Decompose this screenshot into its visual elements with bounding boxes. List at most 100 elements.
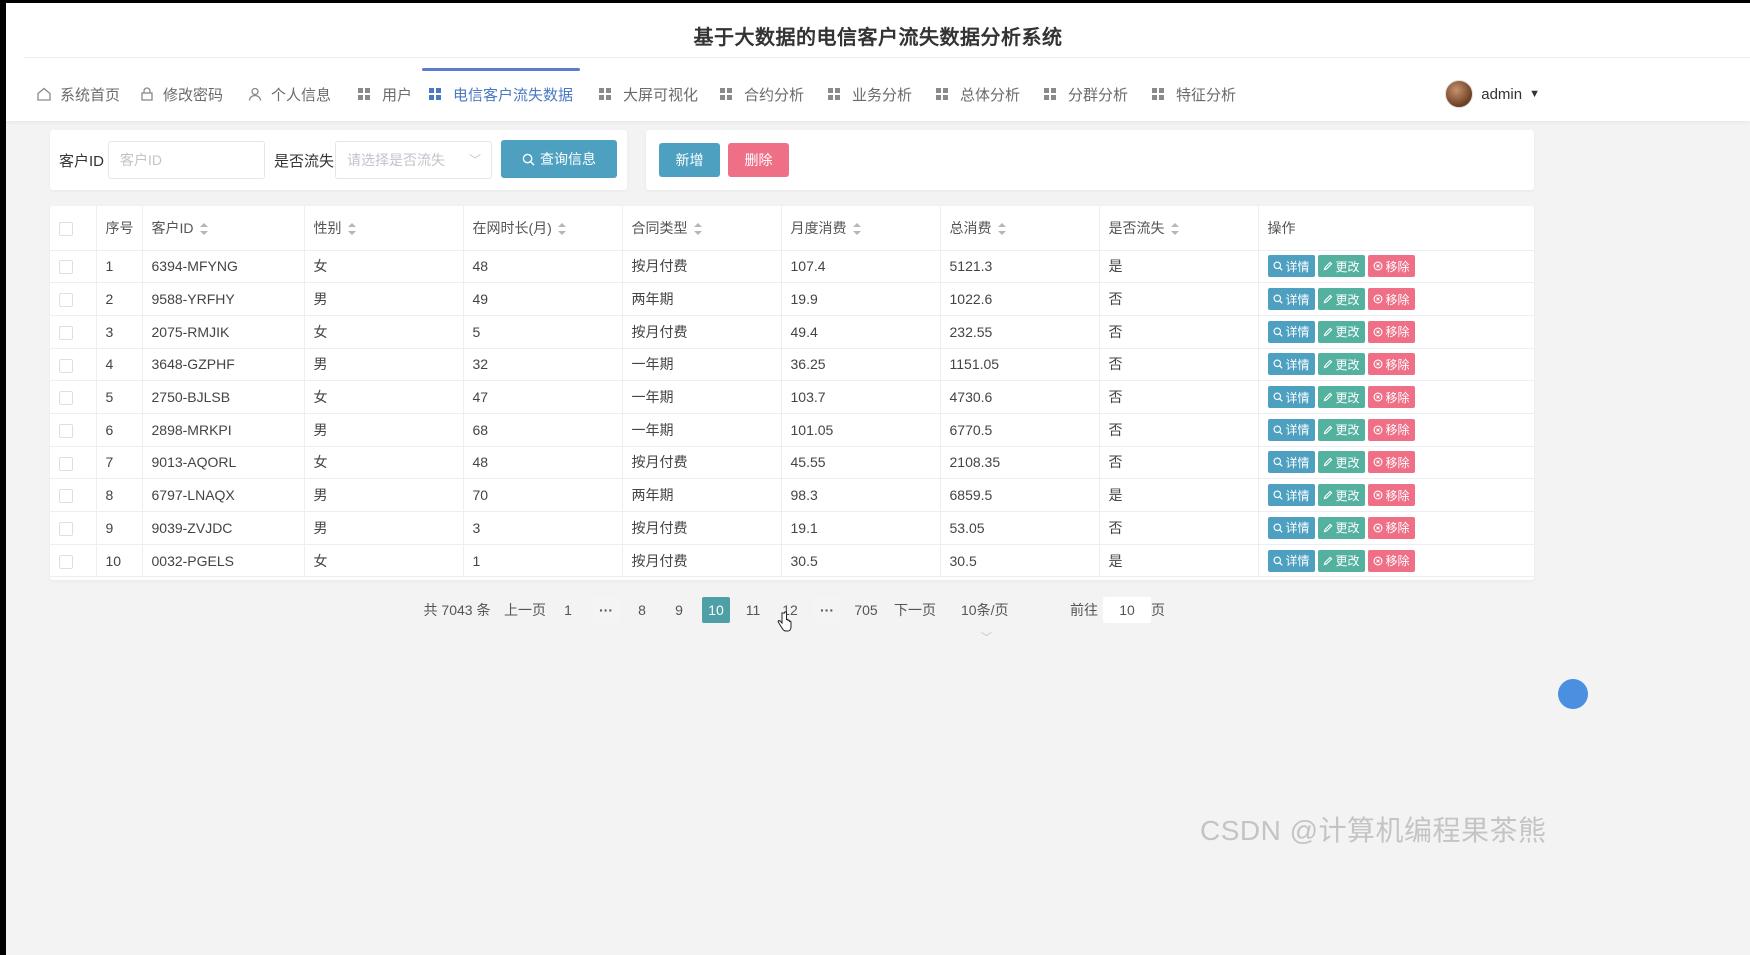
edit-button[interactable]: 更改 <box>1317 353 1365 376</box>
remove-button[interactable]: 移除 <box>1367 320 1415 343</box>
edit-button[interactable]: 更改 <box>1317 288 1365 311</box>
edit-button[interactable]: 更改 <box>1317 451 1365 474</box>
add-button[interactable]: 新增 <box>659 143 720 177</box>
more-pages-icon[interactable]: ··· <box>592 597 620 623</box>
page-9[interactable]: 9 <box>665 597 693 623</box>
page-size-select[interactable]: 10条/页 ﹀ <box>961 597 1041 644</box>
sort-icon[interactable] <box>997 223 1006 236</box>
col-header-monthly-charges[interactable]: 月度消费 <box>781 206 941 251</box>
row-checkbox[interactable] <box>50 544 97 578</box>
row-checkbox[interactable] <box>50 511 97 545</box>
edit-button[interactable]: 更改 <box>1317 418 1365 441</box>
detail-button[interactable]: 详情 <box>1267 353 1315 376</box>
detail-button[interactable]: 详情 <box>1267 516 1315 539</box>
sort-icon[interactable] <box>852 223 861 236</box>
remove-button[interactable]: 移除 <box>1367 288 1415 311</box>
col-header-tenure[interactable]: 在网时长(月) <box>463 206 623 251</box>
next-page-button[interactable]: 下一页 <box>892 597 938 623</box>
sort-icon[interactable] <box>199 223 208 236</box>
search-icon <box>1273 294 1283 304</box>
page-11[interactable]: 11 <box>739 597 767 623</box>
search-icon <box>1273 425 1283 435</box>
row-checkbox[interactable] <box>50 446 97 480</box>
prev-page-button[interactable]: 上一页 <box>502 597 548 623</box>
page-1[interactable]: 1 <box>554 597 582 623</box>
nav-item-users[interactable]: 用户 <box>358 68 412 120</box>
edit-button[interactable]: 更改 <box>1317 320 1365 343</box>
row-checkbox[interactable] <box>50 282 97 316</box>
select-all-checkbox[interactable] <box>50 206 97 251</box>
page-705[interactable]: 705 <box>850 597 882 623</box>
nav-item-home[interactable]: 系统首页 <box>36 68 120 120</box>
page-8[interactable]: 8 <box>628 597 656 623</box>
pagination: 共 7043 条 上一页 1 ··· 8 9 10 11 12 ··· 705 … <box>6 597 1750 644</box>
churn-select[interactable]: 请选择是否流失 ﹀ <box>335 141 492 179</box>
remove-button[interactable]: 移除 <box>1367 516 1415 539</box>
nav-item-big-screen[interactable]: 大屏可视化 <box>599 68 698 120</box>
floating-action-button[interactable] <box>1558 679 1588 709</box>
search-icon <box>1273 523 1283 533</box>
nav-item-change-password[interactable]: 修改密码 <box>139 68 223 120</box>
detail-button[interactable]: 详情 <box>1267 288 1315 311</box>
col-header-total-charges[interactable]: 总消费 <box>940 206 1100 251</box>
delete-button[interactable]: 删除 <box>728 143 789 177</box>
sort-icon[interactable] <box>347 223 356 236</box>
edit-button[interactable]: 更改 <box>1317 386 1365 409</box>
nav-item-profile[interactable]: 个人信息 <box>247 68 331 120</box>
search-icon <box>1273 556 1283 566</box>
nav-item-service-analysis[interactable]: 业务分析 <box>828 68 912 120</box>
nav-item-segment-analysis[interactable]: 分群分析 <box>1044 68 1128 120</box>
nav-item-feature-analysis[interactable]: 特征分析 <box>1152 68 1236 120</box>
detail-button[interactable]: 详情 <box>1267 451 1315 474</box>
remove-button[interactable]: 移除 <box>1367 255 1415 278</box>
col-header-customer-id[interactable]: 客户ID <box>142 206 305 251</box>
nav-item-churn-data[interactable]: 电信客户流失数据 <box>422 68 580 120</box>
remove-button[interactable]: 移除 <box>1367 353 1415 376</box>
customer-id-input[interactable] <box>108 141 265 179</box>
monthly-charges-cell: 103.7 <box>781 380 941 414</box>
circle-close-icon <box>1373 458 1382 467</box>
total-charges-cell: 53.05 <box>940 511 1100 545</box>
remove-button[interactable]: 移除 <box>1367 451 1415 474</box>
page-10-current[interactable]: 10 <box>702 597 730 623</box>
goto-suffix: 页 <box>1151 602 1165 618</box>
detail-button[interactable]: 详情 <box>1267 549 1315 572</box>
edit-button[interactable]: 更改 <box>1317 255 1365 278</box>
edit-button[interactable]: 更改 <box>1317 516 1365 539</box>
remove-button[interactable]: 移除 <box>1367 484 1415 507</box>
detail-button[interactable]: 详情 <box>1267 418 1315 441</box>
page-size-value: 10条/页 <box>961 602 1009 618</box>
row-index: 4 <box>96 348 143 382</box>
monthly-charges-cell: 107.4 <box>781 250 941 284</box>
query-button[interactable]: 查询信息 <box>501 140 617 178</box>
detail-button[interactable]: 详情 <box>1267 320 1315 343</box>
customer-id-cell: 6394-MFYNG <box>142 250 305 284</box>
user-menu[interactable]: admin ▼ <box>1445 68 1540 120</box>
row-checkbox[interactable] <box>50 413 97 447</box>
edit-button[interactable]: 更改 <box>1317 484 1365 507</box>
goto-page-input[interactable]: 10 <box>1103 597 1151 623</box>
col-header-gender[interactable]: 性别 <box>304 206 464 251</box>
detail-button[interactable]: 详情 <box>1267 255 1315 278</box>
sort-icon[interactable] <box>557 223 566 236</box>
sort-icon[interactable] <box>693 223 702 236</box>
nav-item-overall-analysis[interactable]: 总体分析 <box>936 68 1020 120</box>
row-checkbox[interactable] <box>50 250 97 284</box>
sort-icon[interactable] <box>1170 223 1179 236</box>
col-header-churn[interactable]: 是否流失 <box>1099 206 1259 251</box>
row-checkbox[interactable] <box>50 315 97 349</box>
remove-button[interactable]: 移除 <box>1367 386 1415 409</box>
circle-close-icon <box>1373 425 1382 435</box>
gender-cell: 女 <box>304 544 464 578</box>
edit-button[interactable]: 更改 <box>1317 549 1365 572</box>
row-checkbox[interactable] <box>50 348 97 382</box>
row-checkbox[interactable] <box>50 478 97 512</box>
detail-button[interactable]: 详情 <box>1267 386 1315 409</box>
row-checkbox[interactable] <box>50 380 97 414</box>
remove-button[interactable]: 移除 <box>1367 418 1415 441</box>
nav-item-contract-analysis[interactable]: 合约分析 <box>720 68 804 120</box>
more-pages-icon[interactable]: ··· <box>813 597 841 623</box>
col-header-contract[interactable]: 合同类型 <box>622 206 782 251</box>
remove-button[interactable]: 移除 <box>1367 549 1415 572</box>
detail-button[interactable]: 详情 <box>1267 484 1315 507</box>
